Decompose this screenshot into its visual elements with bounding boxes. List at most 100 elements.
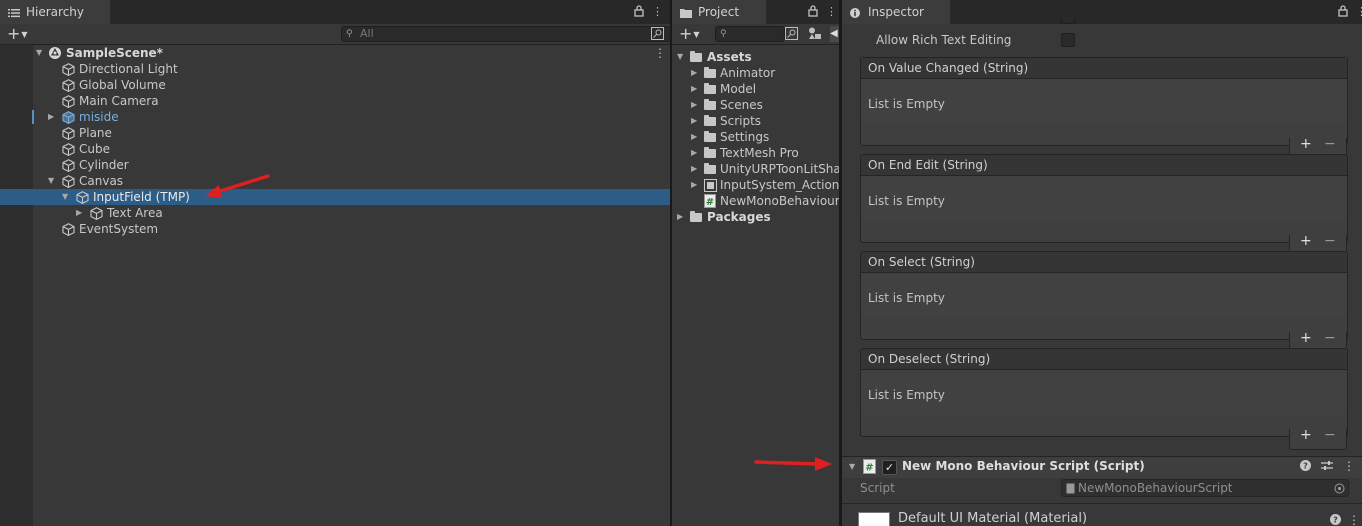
expand-toggle-icon[interactable]: ▶ [677,209,683,225]
remove-listener-button[interactable]: − [1324,233,1336,249]
component-header[interactable]: ▼ # ✓ New Mono Behaviour Script (Script)… [842,456,1362,478]
component-menu-icon[interactable]: ⋮ [1343,459,1355,473]
project-item[interactable]: ▶ UnityURPToonLitShader [672,161,839,177]
allow-rich-text-checkbox[interactable] [1061,33,1075,47]
project-item-label: InputSystem_Actions [720,178,839,192]
project-item[interactable]: ▶ Settings [672,129,839,145]
project-item[interactable]: ▶ TextMesh Pro [672,145,839,161]
expand-toggle-icon[interactable]: ▼ [36,45,42,61]
collapse-icon[interactable]: ◀ [830,26,839,42]
scene-menu-icon[interactable]: ⋮ [654,45,666,61]
hierarchy-item-label: InputField (TMP) [93,190,190,204]
hierarchy-tab-tools: ⋮ [634,5,663,20]
more-options-icon[interactable]: ⋮ [1356,5,1362,20]
filter-by-label-icon[interactable] [808,27,822,43]
hierarchy-item-label: Cube [79,142,110,156]
remove-listener-button[interactable]: − [1324,330,1336,346]
list-icon [8,7,20,18]
search-mode-icon[interactable] [651,27,664,43]
add-listener-button[interactable]: + [1300,136,1312,152]
expand-toggle-icon[interactable]: ▶ [691,145,697,161]
create-asset-button[interactable]: +▼ [679,25,700,44]
project-item[interactable]: ▶ Animator [672,65,839,81]
remove-listener-button[interactable]: − [1324,136,1336,152]
expand-toggle-icon[interactable]: ▶ [691,65,697,81]
assets-row[interactable]: ▼ Assets [672,49,839,65]
project-item[interactable]: ▶ InputSystem_Actions [672,177,839,193]
material-header[interactable]: Default UI Material (Material) ? ⋮ [842,510,1362,526]
expand-toggle-icon[interactable]: ▶ [691,81,697,97]
event-title: On Value Changed (String) [861,58,1347,79]
hierarchy-item-eventsystem[interactable]: EventSystem [0,221,670,237]
hierarchy-item-cube[interactable]: Cube [0,141,670,157]
hidden-row-checkbox[interactable] [1061,17,1075,24]
expand-toggle-icon[interactable]: ▶ [691,129,697,145]
hierarchy-item-inputfield-tmp[interactable]: ▼ InputField (TMP) [0,189,670,205]
more-options-icon[interactable]: ⋮ [652,5,663,20]
inspector-panel: Inspector ⋮ Allow Rich Text Editing On V… [842,0,1362,526]
project-item[interactable]: ▶ Scripts [672,113,839,129]
project-search-input[interactable]: ⚲ [715,26,785,42]
expand-toggle-icon[interactable]: ▶ [76,205,82,221]
expand-toggle-icon[interactable]: ▼ [48,173,54,189]
script-object-field[interactable]: NewMonoBehaviourScript [1061,479,1349,497]
hierarchy-item-main-camera[interactable]: Main Camera [0,93,670,109]
hierarchy-search-input[interactable]: ⚲ All [341,26,670,42]
scene-row[interactable]: ▼ SampleScene* ⋮ [0,45,670,61]
tab-project[interactable]: Project [672,0,766,24]
presets-icon[interactable] [1321,460,1333,474]
hierarchy-item-cylinder[interactable]: Cylinder [0,157,670,173]
component-enabled-checkbox[interactable]: ✓ [882,460,897,475]
expand-toggle-icon[interactable]: ▼ [62,189,68,205]
expand-toggle-icon[interactable]: ▶ [691,177,697,193]
project-toolbar: +▼ ⚲ ◀ [672,24,839,45]
add-listener-button[interactable]: + [1300,330,1312,346]
hierarchy-panel: Hierarchy ⋮ +▼ ⚲ All ▼ SampleScene* ⋮ Di… [0,0,670,526]
object-picker-icon[interactable] [1334,482,1345,498]
remove-listener-button[interactable]: − [1324,427,1336,443]
expand-toggle-icon[interactable]: ▶ [48,109,54,125]
expand-toggle-icon[interactable]: ▶ [691,161,697,177]
expand-toggle-icon[interactable]: ▶ [691,97,697,113]
add-listener-button[interactable]: + [1300,233,1312,249]
hierarchy-item-label: Canvas [79,174,124,188]
help-icon[interactable]: ? [1300,460,1311,474]
search-placeholder: All [360,27,374,40]
tab-project-label: Project [698,5,740,19]
project-item[interactable]: ▶ Scenes [672,97,839,113]
project-item-label: TextMesh Pro [720,146,799,160]
inspector-tabbar: Inspector ⋮ [842,0,1362,24]
tab-hierarchy[interactable]: Hierarchy [0,0,110,24]
project-item[interactable]: ▶ Model [672,81,839,97]
hierarchy-item-plane[interactable]: Plane [0,125,670,141]
lock-icon[interactable] [808,5,818,20]
packages-row[interactable]: ▶ Packages [672,209,839,225]
hierarchy-item-miside[interactable]: ▶ miside [0,109,670,125]
foldout-icon[interactable]: ▼ [849,462,855,471]
lock-icon[interactable] [634,5,644,20]
expand-toggle-icon[interactable]: ▶ [691,113,697,129]
event-title: On Deselect (String) [861,349,1347,370]
project-item-label: Settings [720,130,770,144]
hierarchy-item-text-area[interactable]: ▶ Text Area [0,205,670,221]
gameobject-cube-icon [62,223,75,237]
more-options-icon[interactable]: ⋮ [826,5,837,20]
event-title: On End Edit (String) [861,155,1347,176]
material-menu-icon[interactable]: ⋮ [1348,512,1360,526]
hierarchy-item-label: EventSystem [79,222,159,236]
search-by-type-icon[interactable] [785,27,798,43]
create-dropdown-button[interactable]: +▼ [7,25,28,44]
expand-toggle-icon[interactable]: ▼ [677,49,683,65]
gameobject-cube-icon [62,95,75,109]
hierarchy-item-label: Main Camera [79,94,159,108]
project-item[interactable]: # NewMonoBehaviourScript [672,193,839,209]
hierarchy-item-global-volume[interactable]: Global Volume [0,77,670,93]
hierarchy-item-directional-light[interactable]: Directional Light [0,61,670,77]
gameobject-cube-icon [62,143,75,157]
hierarchy-item-canvas[interactable]: ▼ Canvas [0,173,670,189]
help-icon[interactable]: ? [1330,513,1341,526]
tab-inspector[interactable]: Inspector [842,0,950,24]
lock-icon[interactable] [1338,5,1348,20]
add-listener-button[interactable]: + [1300,427,1312,443]
search-icon: ⚲ [720,29,727,39]
